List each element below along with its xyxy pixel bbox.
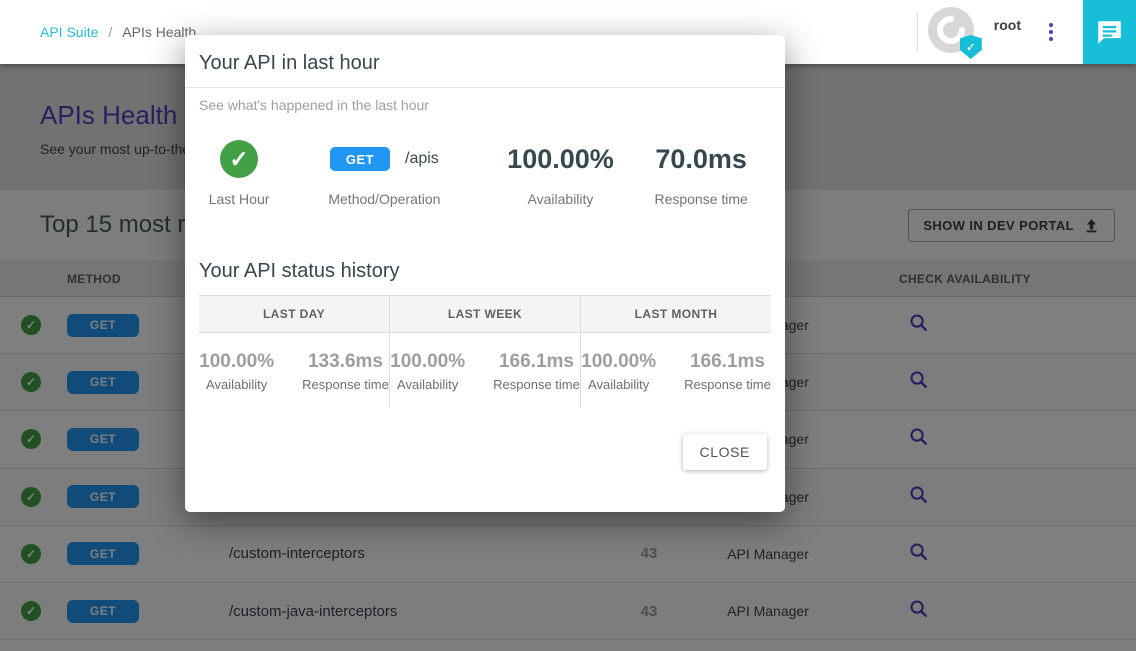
dialog-title: Your API in last hour bbox=[185, 35, 785, 87]
breadcrumb-api-suite[interactable]: API Suite bbox=[40, 24, 98, 40]
history-cell-last-day: 100.00% Availability 133.6ms Response ti… bbox=[199, 333, 389, 408]
close-button[interactable]: CLOSE bbox=[683, 434, 767, 470]
history-cell-last-month: 100.00% Availability 166.1ms Response ti… bbox=[580, 333, 771, 408]
availability-value: 100.00% bbox=[581, 351, 656, 373]
method-chip: GET bbox=[330, 147, 390, 171]
username: root bbox=[994, 17, 1021, 33]
history-cell-last-week: 100.00% Availability 166.1ms Response ti… bbox=[389, 333, 580, 408]
operation-path: /apis bbox=[405, 150, 439, 168]
last-hour-stats: ✓ Last Hour GET /apis Method/Operation 1… bbox=[185, 113, 785, 207]
verified-shield-icon: ✓ bbox=[960, 35, 982, 59]
availability-value: 100.00% bbox=[199, 351, 274, 373]
response-time-label: Response time bbox=[654, 191, 747, 207]
status-history-title: Your API status history bbox=[185, 207, 785, 295]
dialog-subtitle: See what's happened in the last hour bbox=[185, 88, 785, 113]
method-operation-label: Method/Operation bbox=[328, 191, 440, 207]
availability-value: 100.00% bbox=[507, 140, 614, 178]
response-time-value: 166.1ms bbox=[690, 351, 765, 373]
history-header-last-week: LAST WEEK bbox=[389, 296, 580, 332]
page: API Suite / APIs Health ✓ root bbox=[0, 0, 1136, 651]
last-hour-label: Last Hour bbox=[209, 191, 270, 207]
response-time-value: 166.1ms bbox=[499, 351, 574, 373]
availability-label: Availability bbox=[206, 377, 267, 392]
history-header-last-month: LAST MONTH bbox=[580, 296, 771, 332]
availability-label: Availability bbox=[528, 191, 594, 207]
api-last-hour-dialog: Your API in last hour See what's happene… bbox=[185, 35, 785, 512]
more-options-icon[interactable] bbox=[1043, 17, 1059, 47]
availability-value: 100.00% bbox=[390, 351, 465, 373]
response-time-value: 70.0ms bbox=[655, 140, 747, 178]
availability-label: Availability bbox=[588, 377, 649, 392]
chat-icon bbox=[1096, 19, 1123, 46]
breadcrumb-separator: / bbox=[108, 24, 112, 40]
chat-button[interactable] bbox=[1083, 0, 1136, 64]
response-time-label: Response time bbox=[684, 377, 771, 392]
response-time-label: Response time bbox=[493, 377, 580, 392]
header-divider bbox=[917, 13, 918, 51]
user-avatar[interactable]: ✓ bbox=[928, 7, 978, 57]
breadcrumb: API Suite / APIs Health bbox=[40, 24, 196, 40]
status-history-table: LAST DAY LAST WEEK LAST MONTH 100.00% Av… bbox=[199, 295, 771, 408]
response-time-label: Response time bbox=[302, 377, 389, 392]
last-hour-check-circle-icon: ✓ bbox=[220, 140, 258, 178]
response-time-value: 133.6ms bbox=[308, 351, 383, 373]
history-header-last-day: LAST DAY bbox=[199, 296, 389, 332]
availability-label: Availability bbox=[397, 377, 458, 392]
